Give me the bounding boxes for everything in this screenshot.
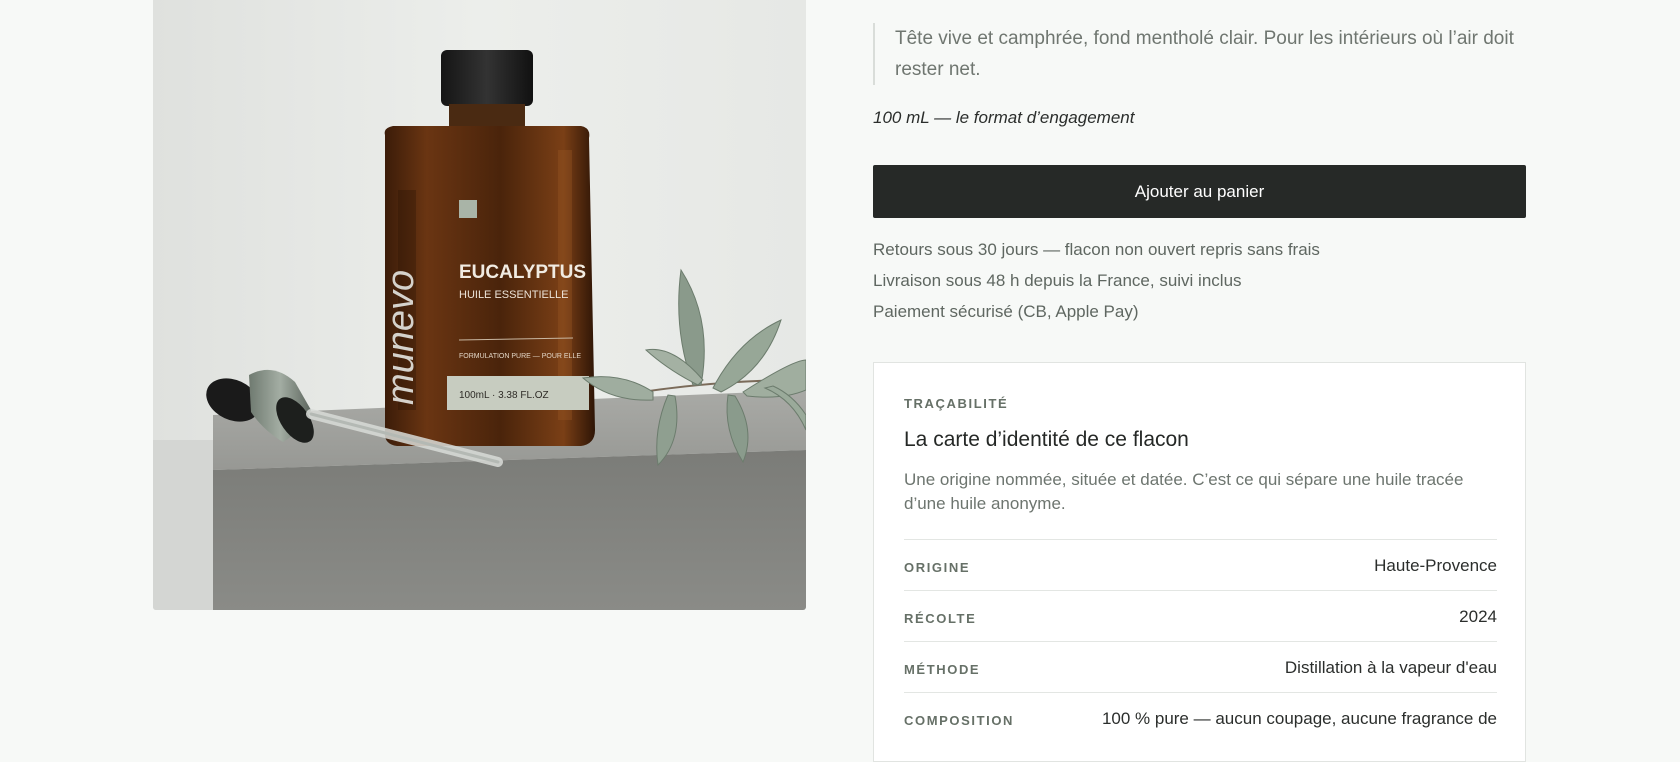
row-value: Haute-Provence <box>1374 556 1497 575</box>
traceability-table: ORIGINE Haute-Provence RÉCOLTE 2024 MÉTH… <box>904 539 1497 743</box>
traceability-row-harvest: RÉCOLTE 2024 <box>904 590 1497 641</box>
row-value: 2024 <box>1459 607 1497 626</box>
reassurance-returns: Retours sous 30 jours — flacon non ouver… <box>873 240 1320 259</box>
traceability-card: TRAÇABILITÉ La carte d’identité de ce fl… <box>873 362 1526 762</box>
row-label: ORIGINE <box>904 560 971 575</box>
reassurance-list: Retours sous 30 jours — flacon non ouver… <box>873 238 1320 331</box>
row-label: RÉCOLTE <box>904 611 977 626</box>
row-value: Distillation à la vapeur d'eau <box>1284 658 1497 677</box>
row-label: COMPOSITION <box>904 713 1015 728</box>
row-value: 100 % pure — aucun coupage, aucune fragr… <box>1101 709 1497 728</box>
traceability-title: La carte d’identité de ce flacon <box>904 428 1189 451</box>
traceability-row-method: MÉTHODE Distillation à la vapeur d'eau <box>904 641 1497 692</box>
product-description: Tête vive et camphrée, fond mentholé cla… <box>873 23 1526 85</box>
bottle-name-text: EUCALYPTUS <box>459 262 586 283</box>
add-to-cart-button[interactable]: Ajouter au panier <box>873 165 1526 218</box>
bottle-subtitle-text: HUILE ESSENTIELLE <box>459 289 568 301</box>
reassurance-payment: Paiement sécurisé (CB, Apple Pay) <box>873 302 1139 321</box>
traceability-row-origin: ORIGINE Haute-Provence <box>904 539 1497 590</box>
traceability-row-composition: COMPOSITION 100 % pure — aucun coupage, … <box>904 692 1497 743</box>
product-format: 100 mL — le format d’engagement <box>873 108 1135 127</box>
reassurance-delivery: Livraison sous 48 h depuis la France, su… <box>873 271 1242 290</box>
traceability-description: Une origine nommée, située et datée. C’e… <box>904 470 1464 513</box>
traceability-eyebrow: TRAÇABILITÉ <box>904 396 1009 411</box>
row-label: MÉTHODE <box>904 662 981 677</box>
bottle-brand-text: munevo <box>380 270 422 405</box>
bottle-volume-text: 100mL · 3.38 FL.OZ <box>459 390 549 401</box>
product-image: munevo EUCALYPTUS HUILE ESSENTIELLE FORM… <box>153 0 806 610</box>
bottle-formula-text: FORMULATION PURE — POUR ELLE <box>459 353 581 360</box>
